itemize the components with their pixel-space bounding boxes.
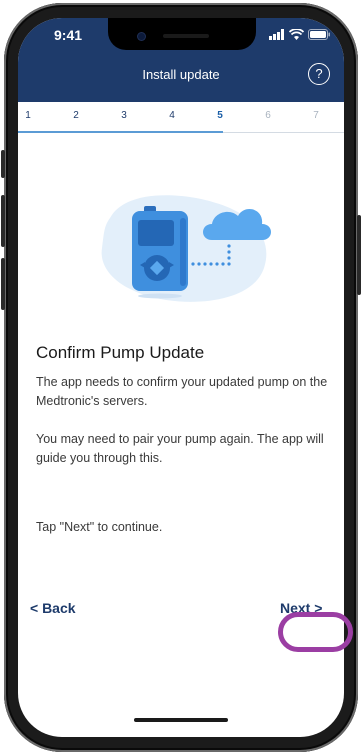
page-title: Confirm Pump Update	[36, 343, 205, 362]
home-indicator[interactable]	[134, 718, 228, 722]
battery-icon	[308, 29, 330, 40]
description-paragraph-1: The app needs to confirm your updated pu…	[36, 375, 328, 408]
step-3: 3	[121, 110, 127, 121]
back-button[interactable]: < Back	[30, 600, 76, 616]
description-paragraph-2: You may need to pair your pump again. Th…	[36, 432, 324, 465]
instruction-text: Tap "Next" to continue.	[36, 520, 163, 534]
pump-icon	[132, 206, 188, 299]
mute-switch	[1, 150, 5, 178]
app-header: 9:41 Install update ?	[18, 18, 344, 102]
step-5: 5	[217, 110, 223, 121]
step-2: 2	[73, 110, 79, 121]
power-button	[357, 215, 361, 295]
front-camera	[138, 33, 145, 40]
question-icon[interactable]: ?	[308, 63, 330, 85]
step-1: 1	[25, 110, 31, 121]
earpiece-speaker	[163, 34, 209, 38]
volume-up-button	[1, 195, 5, 247]
step-progress-bar	[18, 131, 223, 133]
wifi-icon	[289, 29, 304, 40]
notch	[108, 18, 256, 50]
step-6: 6	[265, 110, 271, 121]
screen-title: Install update	[142, 67, 220, 82]
step-7: 7	[313, 110, 319, 121]
next-button-highlight	[278, 612, 353, 652]
status-icons	[269, 29, 330, 40]
volume-down-button	[1, 258, 5, 310]
status-time: 9:41	[54, 27, 83, 43]
pump-cloud-illustration	[101, 195, 271, 302]
step-4: 4	[169, 110, 175, 121]
signal-icon	[269, 29, 284, 40]
step-indicator: 1 2 3 4 5 6 7	[18, 102, 344, 134]
